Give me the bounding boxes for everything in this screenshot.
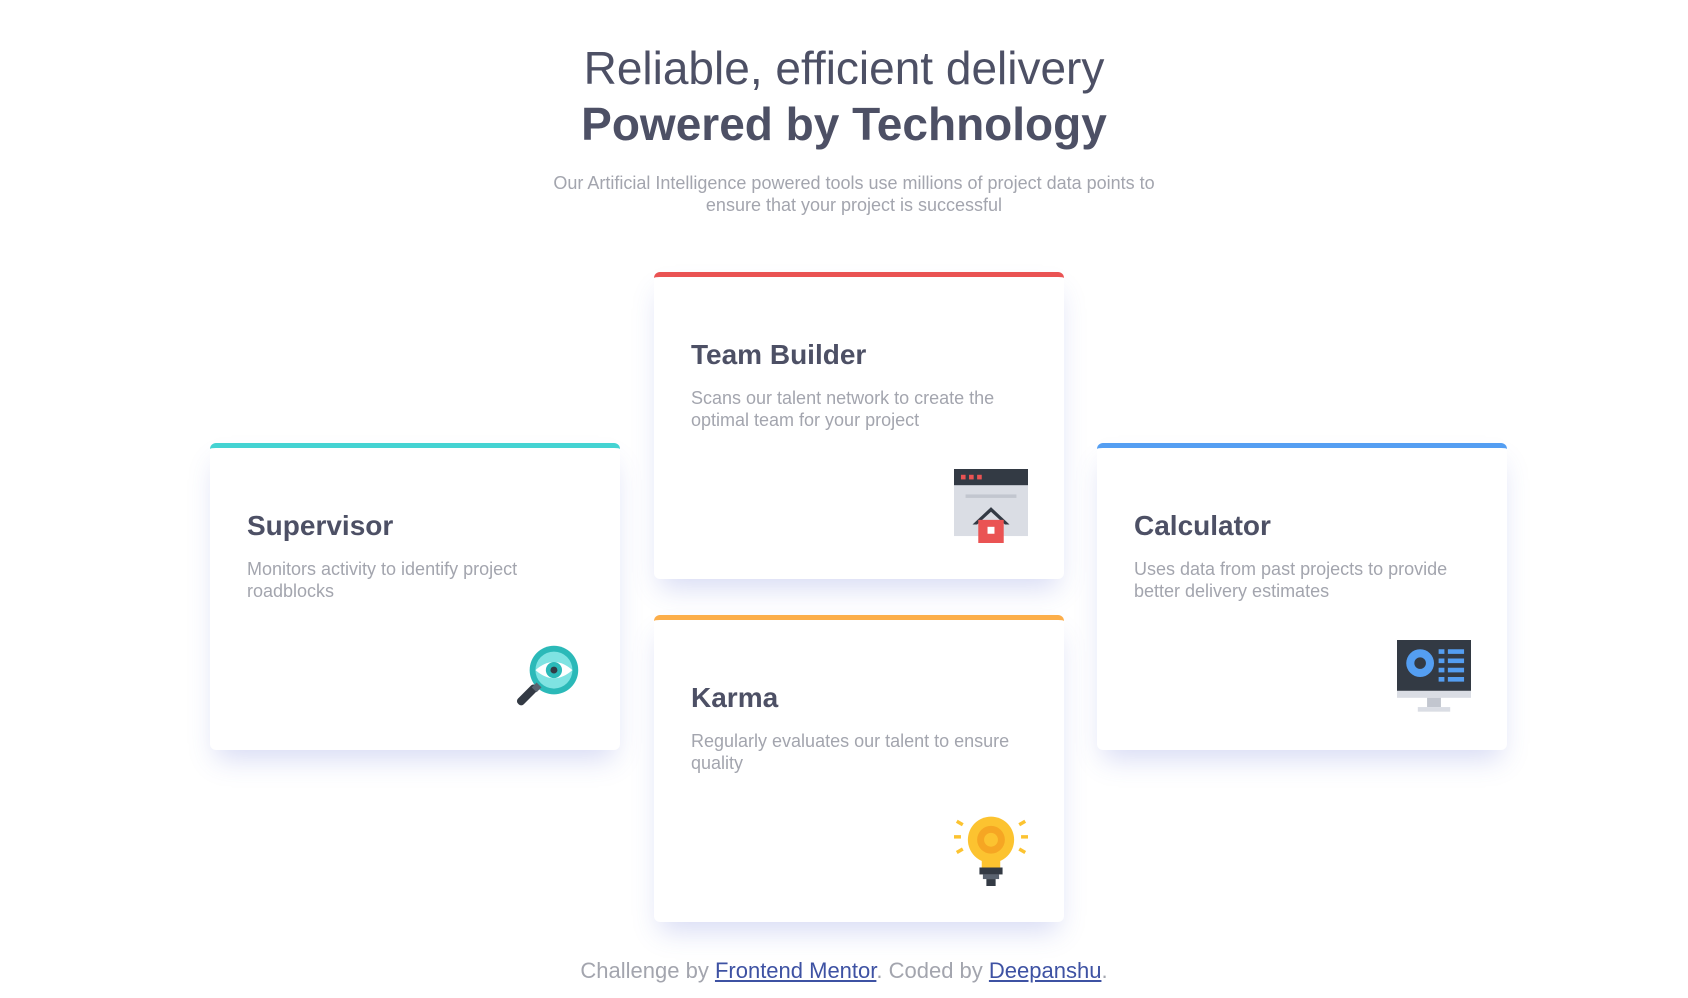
card-title: Calculator: [1134, 510, 1271, 541]
card-description: Uses data from past projects to provide …: [1134, 559, 1448, 601]
page-title-light: Reliable, efficient delivery: [583, 42, 1105, 94]
card-title: Team Builder: [691, 339, 867, 370]
page-subtitle: Our Artificial Intelligence powered tool…: [553, 173, 1155, 215]
lightbulb-icon: [954, 816, 1028, 886]
footer-prefix: Challenge by: [580, 958, 715, 983]
card-supervisor: Supervisor Monitors activity to identify…: [210, 443, 620, 750]
card-karma: Karma Regularly evaluates our talent to …: [654, 615, 1064, 922]
footer-suffix: .: [1101, 958, 1108, 983]
card-team-builder: Team Builder Scans our talent network to…: [654, 272, 1064, 579]
magnifier-eye-icon: [516, 645, 579, 706]
card-title: Supervisor: [247, 510, 394, 541]
page-title-bold: Powered by Technology: [581, 98, 1107, 150]
card-title: Karma: [691, 682, 779, 713]
attribution-footer: Challenge by Frontend Mentor. Coded by D…: [0, 958, 1688, 984]
author-link[interactable]: Deepanshu: [989, 958, 1102, 983]
card-description: Regularly evaluates our talent to ensure…: [691, 731, 1010, 773]
card-calculator: Calculator Uses data from past projects …: [1097, 443, 1507, 750]
card-description: Monitors activity to identify project ro…: [247, 559, 518, 601]
frontend-mentor-link[interactable]: Frontend Mentor: [715, 958, 876, 983]
browser-house-icon: [954, 469, 1028, 543]
monitor-chart-icon: [1397, 640, 1471, 712]
footer-middle: . Coded by: [876, 958, 989, 983]
card-description: Scans our talent network to create the o…: [691, 388, 995, 430]
